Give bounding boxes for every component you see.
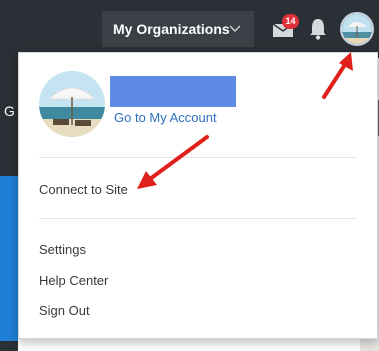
- user-avatar-button[interactable]: [340, 12, 374, 46]
- my-organizations-dropdown[interactable]: My Organizations: [102, 11, 254, 47]
- bell-icon[interactable]: [308, 17, 328, 41]
- settings-item[interactable]: Settings: [39, 242, 86, 257]
- account-dropdown-menu: Go to My Account Connect to Site Setting…: [18, 52, 378, 339]
- chevron-down-icon: [229, 25, 241, 32]
- menu-divider: [39, 157, 357, 158]
- beach-umbrella-icon: [342, 14, 372, 44]
- profile-avatar: [39, 71, 105, 137]
- notification-count-badge: 14: [282, 14, 299, 29]
- top-navigation-bar: My Organizations 14: [0, 0, 379, 58]
- menu-divider: [39, 218, 357, 219]
- connect-to-site-item[interactable]: Connect to Site: [39, 182, 128, 197]
- go-to-my-account-link[interactable]: Go to My Account: [114, 110, 217, 125]
- background-blue-panel: [0, 176, 18, 341]
- beach-umbrella-icon: [39, 71, 105, 137]
- my-organizations-label: My Organizations: [113, 21, 230, 37]
- redacted-user-name: [110, 76, 236, 107]
- background-partial-heading: G: [4, 103, 15, 119]
- help-center-item[interactable]: Help Center: [39, 273, 108, 288]
- sign-out-item[interactable]: Sign Out: [39, 303, 90, 318]
